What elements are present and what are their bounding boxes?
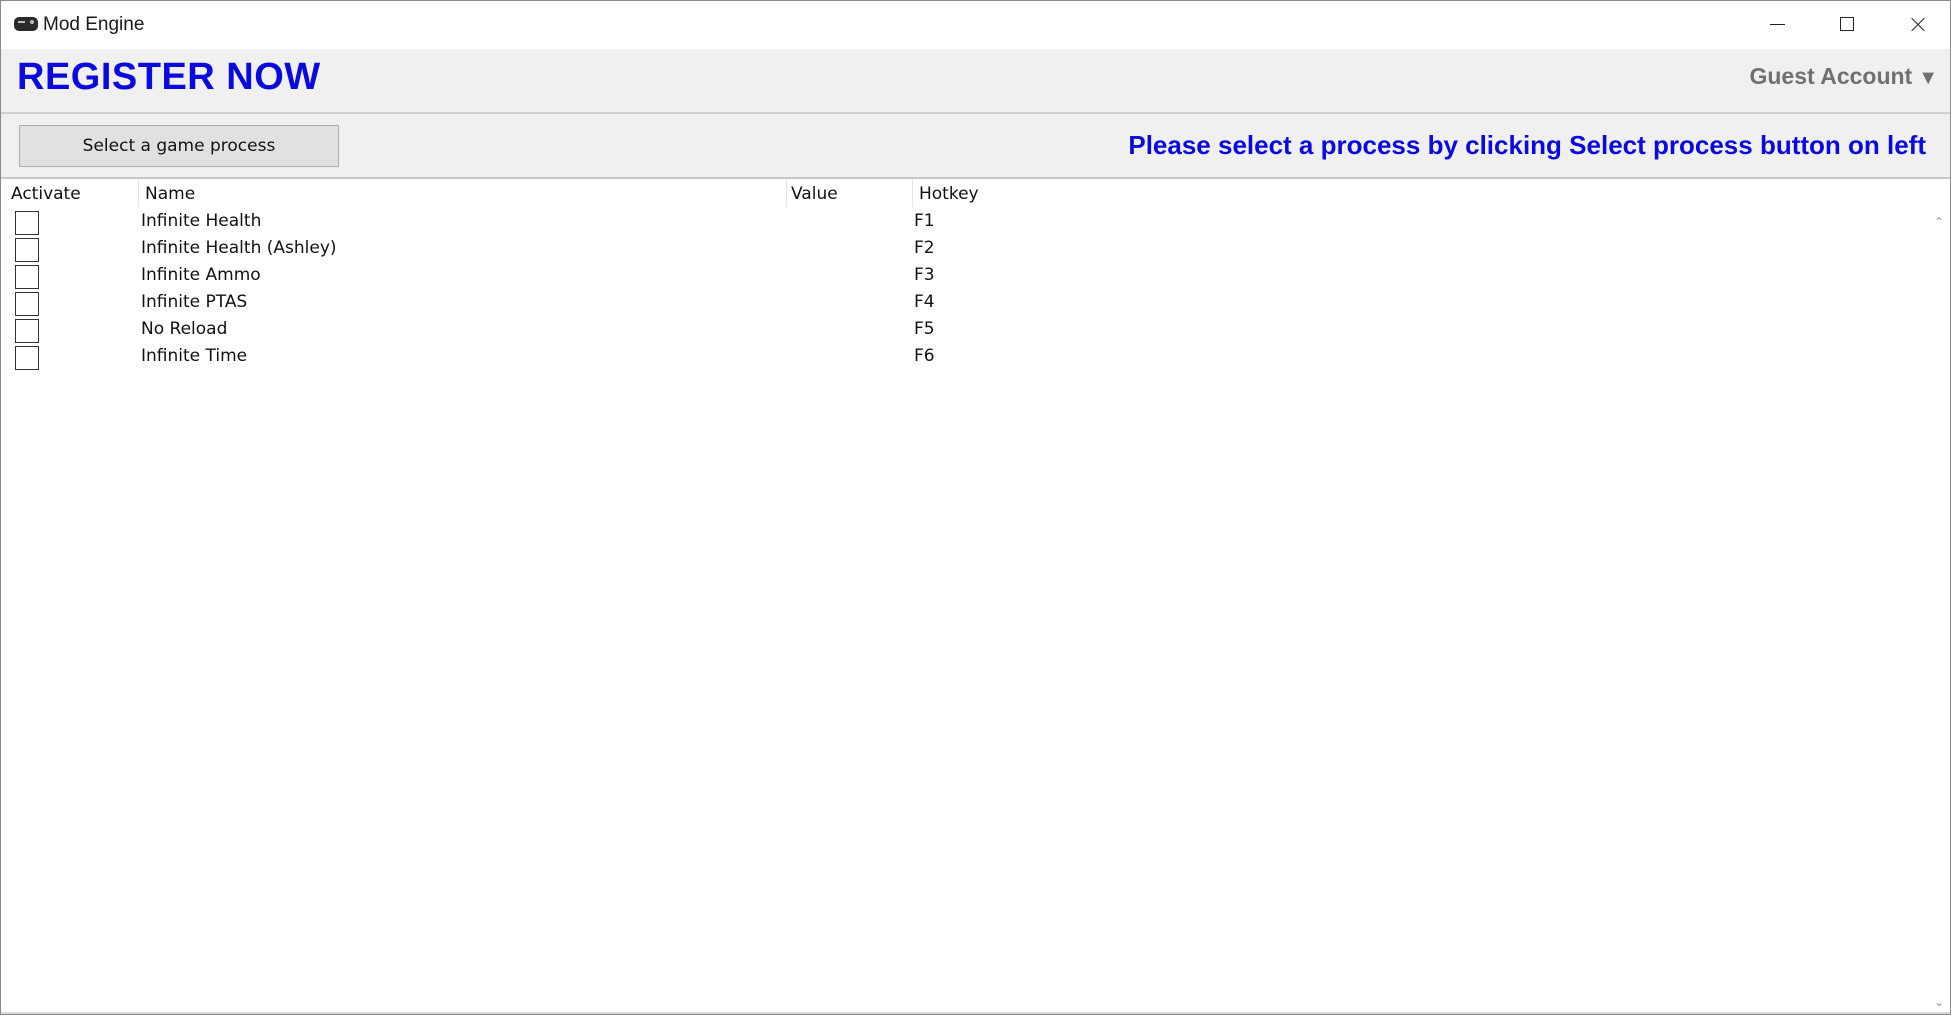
- vertical-scrollbar[interactable]: ⌃ ⌄: [1929, 209, 1949, 1013]
- cheat-hotkey: F2: [914, 238, 935, 258]
- cheat-hotkey: F3: [914, 265, 935, 285]
- process-instruction-message: Please select a process by clicking Sele…: [1128, 130, 1926, 160]
- close-button[interactable]: [1882, 1, 1950, 48]
- window-title: Mod Engine: [43, 14, 145, 35]
- table-row: Infinite PTAS F4: [1, 289, 1921, 316]
- activate-checkbox[interactable]: [15, 265, 39, 289]
- table-row: Infinite Time F6: [1, 343, 1921, 370]
- column-header-hotkey[interactable]: Hotkey: [913, 179, 1113, 207]
- maximize-button[interactable]: [1812, 1, 1882, 48]
- gamepad-icon: [14, 17, 38, 31]
- register-header: REGISTER NOW Guest Account ▼: [1, 49, 1950, 114]
- title-bar[interactable]: Mod Engine: [1, 1, 1950, 48]
- minimize-button[interactable]: [1742, 1, 1812, 48]
- account-label: Guest Account: [1749, 63, 1913, 89]
- table-row: No Reload F5: [1, 316, 1921, 343]
- activate-checkbox[interactable]: [15, 346, 39, 370]
- select-game-process-button[interactable]: Select a game process: [19, 125, 339, 167]
- process-bar: Select a game process Please select a pr…: [1, 114, 1950, 179]
- cheat-name: Infinite Health (Ashley): [141, 238, 337, 258]
- cheat-name: No Reload: [141, 319, 228, 339]
- scroll-down-arrow-icon[interactable]: ⌄: [1932, 995, 1946, 1009]
- cheat-name: Infinite Health: [141, 211, 262, 231]
- register-now-link[interactable]: REGISTER NOW: [17, 56, 321, 99]
- cheat-table-header: Activate Name Value Hotkey: [1, 179, 1950, 207]
- cheat-hotkey: F1: [914, 211, 935, 231]
- table-row: Infinite Health (Ashley) F2: [1, 235, 1921, 262]
- app-window: Mod Engine REGISTER NOW Guest Account ▼ S…: [0, 0, 1951, 1015]
- bottom-border: [1, 1012, 1950, 1014]
- activate-checkbox[interactable]: [15, 238, 39, 262]
- activate-checkbox[interactable]: [15, 319, 39, 343]
- table-row: Infinite Ammo F3: [1, 262, 1921, 289]
- column-header-value[interactable]: Value: [787, 179, 913, 207]
- cheat-name: Infinite Time: [141, 346, 248, 366]
- cheat-hotkey: F5: [914, 319, 935, 339]
- activate-checkbox[interactable]: [15, 292, 39, 316]
- cheat-name: Infinite PTAS: [141, 292, 248, 312]
- column-header-activate[interactable]: Activate: [3, 179, 139, 207]
- chevron-down-icon: ▼: [1918, 67, 1938, 89]
- guest-account-dropdown[interactable]: Guest Account ▼: [1749, 63, 1938, 90]
- cheat-hotkey: F6: [914, 346, 935, 366]
- cheat-table-body: Infinite Health F1 Infinite Health (Ashl…: [1, 208, 1921, 370]
- cheat-name: Infinite Ammo: [141, 265, 261, 285]
- column-header-name[interactable]: Name: [139, 179, 787, 207]
- activate-checkbox[interactable]: [15, 211, 39, 235]
- cheat-hotkey: F4: [914, 292, 935, 312]
- scroll-up-arrow-icon[interactable]: ⌃: [1932, 215, 1946, 229]
- table-row: Infinite Health F1: [1, 208, 1921, 235]
